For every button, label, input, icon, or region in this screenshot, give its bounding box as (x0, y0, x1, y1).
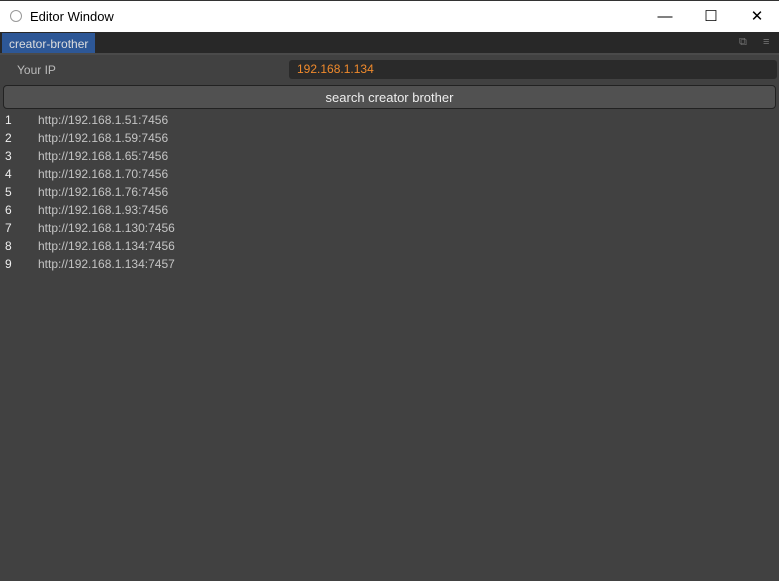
minimize-button[interactable]: — (645, 5, 685, 29)
close-button[interactable]: ✕ (737, 5, 777, 29)
item-number: 7 (5, 221, 12, 235)
item-url[interactable]: http://192.168.1.134:7457 (38, 255, 175, 273)
item-url[interactable]: http://192.168.1.59:7456 (38, 129, 168, 147)
list-item: 5 http://192.168.1.76:7456 (0, 183, 400, 201)
maximize-button[interactable]: ☐ (691, 5, 731, 29)
tab-creator-brother[interactable]: creator-brother (2, 33, 96, 53)
item-url[interactable]: http://192.168.1.51:7456 (38, 111, 168, 129)
item-url[interactable]: http://192.168.1.76:7456 (38, 183, 168, 201)
search-button[interactable]: search creator brother (3, 85, 776, 109)
title-bar: Editor Window — ☐ ✕ (0, 0, 779, 32)
item-url[interactable]: http://192.168.1.70:7456 (38, 165, 168, 183)
tab-bar: creator-brother ⧉ ≡ (0, 32, 779, 55)
menu-icon[interactable]: ≡ (763, 36, 769, 48)
popout-icon[interactable]: ⧉ (739, 36, 747, 49)
list-item: 6 http://192.168.1.93:7456 (0, 201, 400, 219)
item-number: 2 (5, 131, 12, 145)
app-icon (10, 10, 22, 22)
item-number: 3 (5, 149, 12, 163)
ip-label: Your IP (17, 63, 56, 77)
item-number: 9 (5, 257, 12, 271)
list-item: 3 http://192.168.1.65:7456 (0, 147, 400, 165)
item-url[interactable]: http://192.168.1.65:7456 (38, 147, 168, 165)
item-url[interactable]: http://192.168.1.130:7456 (38, 219, 175, 237)
item-number: 6 (5, 203, 12, 217)
list-item: 2 http://192.168.1.59:7456 (0, 129, 400, 147)
window-title: Editor Window (30, 9, 114, 24)
item-number: 4 (5, 167, 12, 181)
item-url[interactable]: http://192.168.1.134:7456 (38, 237, 175, 255)
ip-input[interactable]: 192.168.1.134 (289, 60, 777, 79)
item-number: 1 (5, 113, 12, 127)
results-list: 1 http://192.168.1.51:7456 2 http://192.168… (0, 111, 400, 273)
list-item: 1 http://192.168.1.51:7456 (0, 111, 400, 129)
list-item: 7 http://192.168.1.130:7456 (0, 219, 400, 237)
list-item: 8 http://192.168.1.134:7456 (0, 237, 400, 255)
item-number: 8 (5, 239, 12, 253)
list-item: 4 http://192.168.1.70:7456 (0, 165, 400, 183)
item-url[interactable]: http://192.168.1.93:7456 (38, 201, 168, 219)
item-number: 5 (5, 185, 12, 199)
list-item: 9 http://192.168.1.134:7457 (0, 255, 400, 273)
